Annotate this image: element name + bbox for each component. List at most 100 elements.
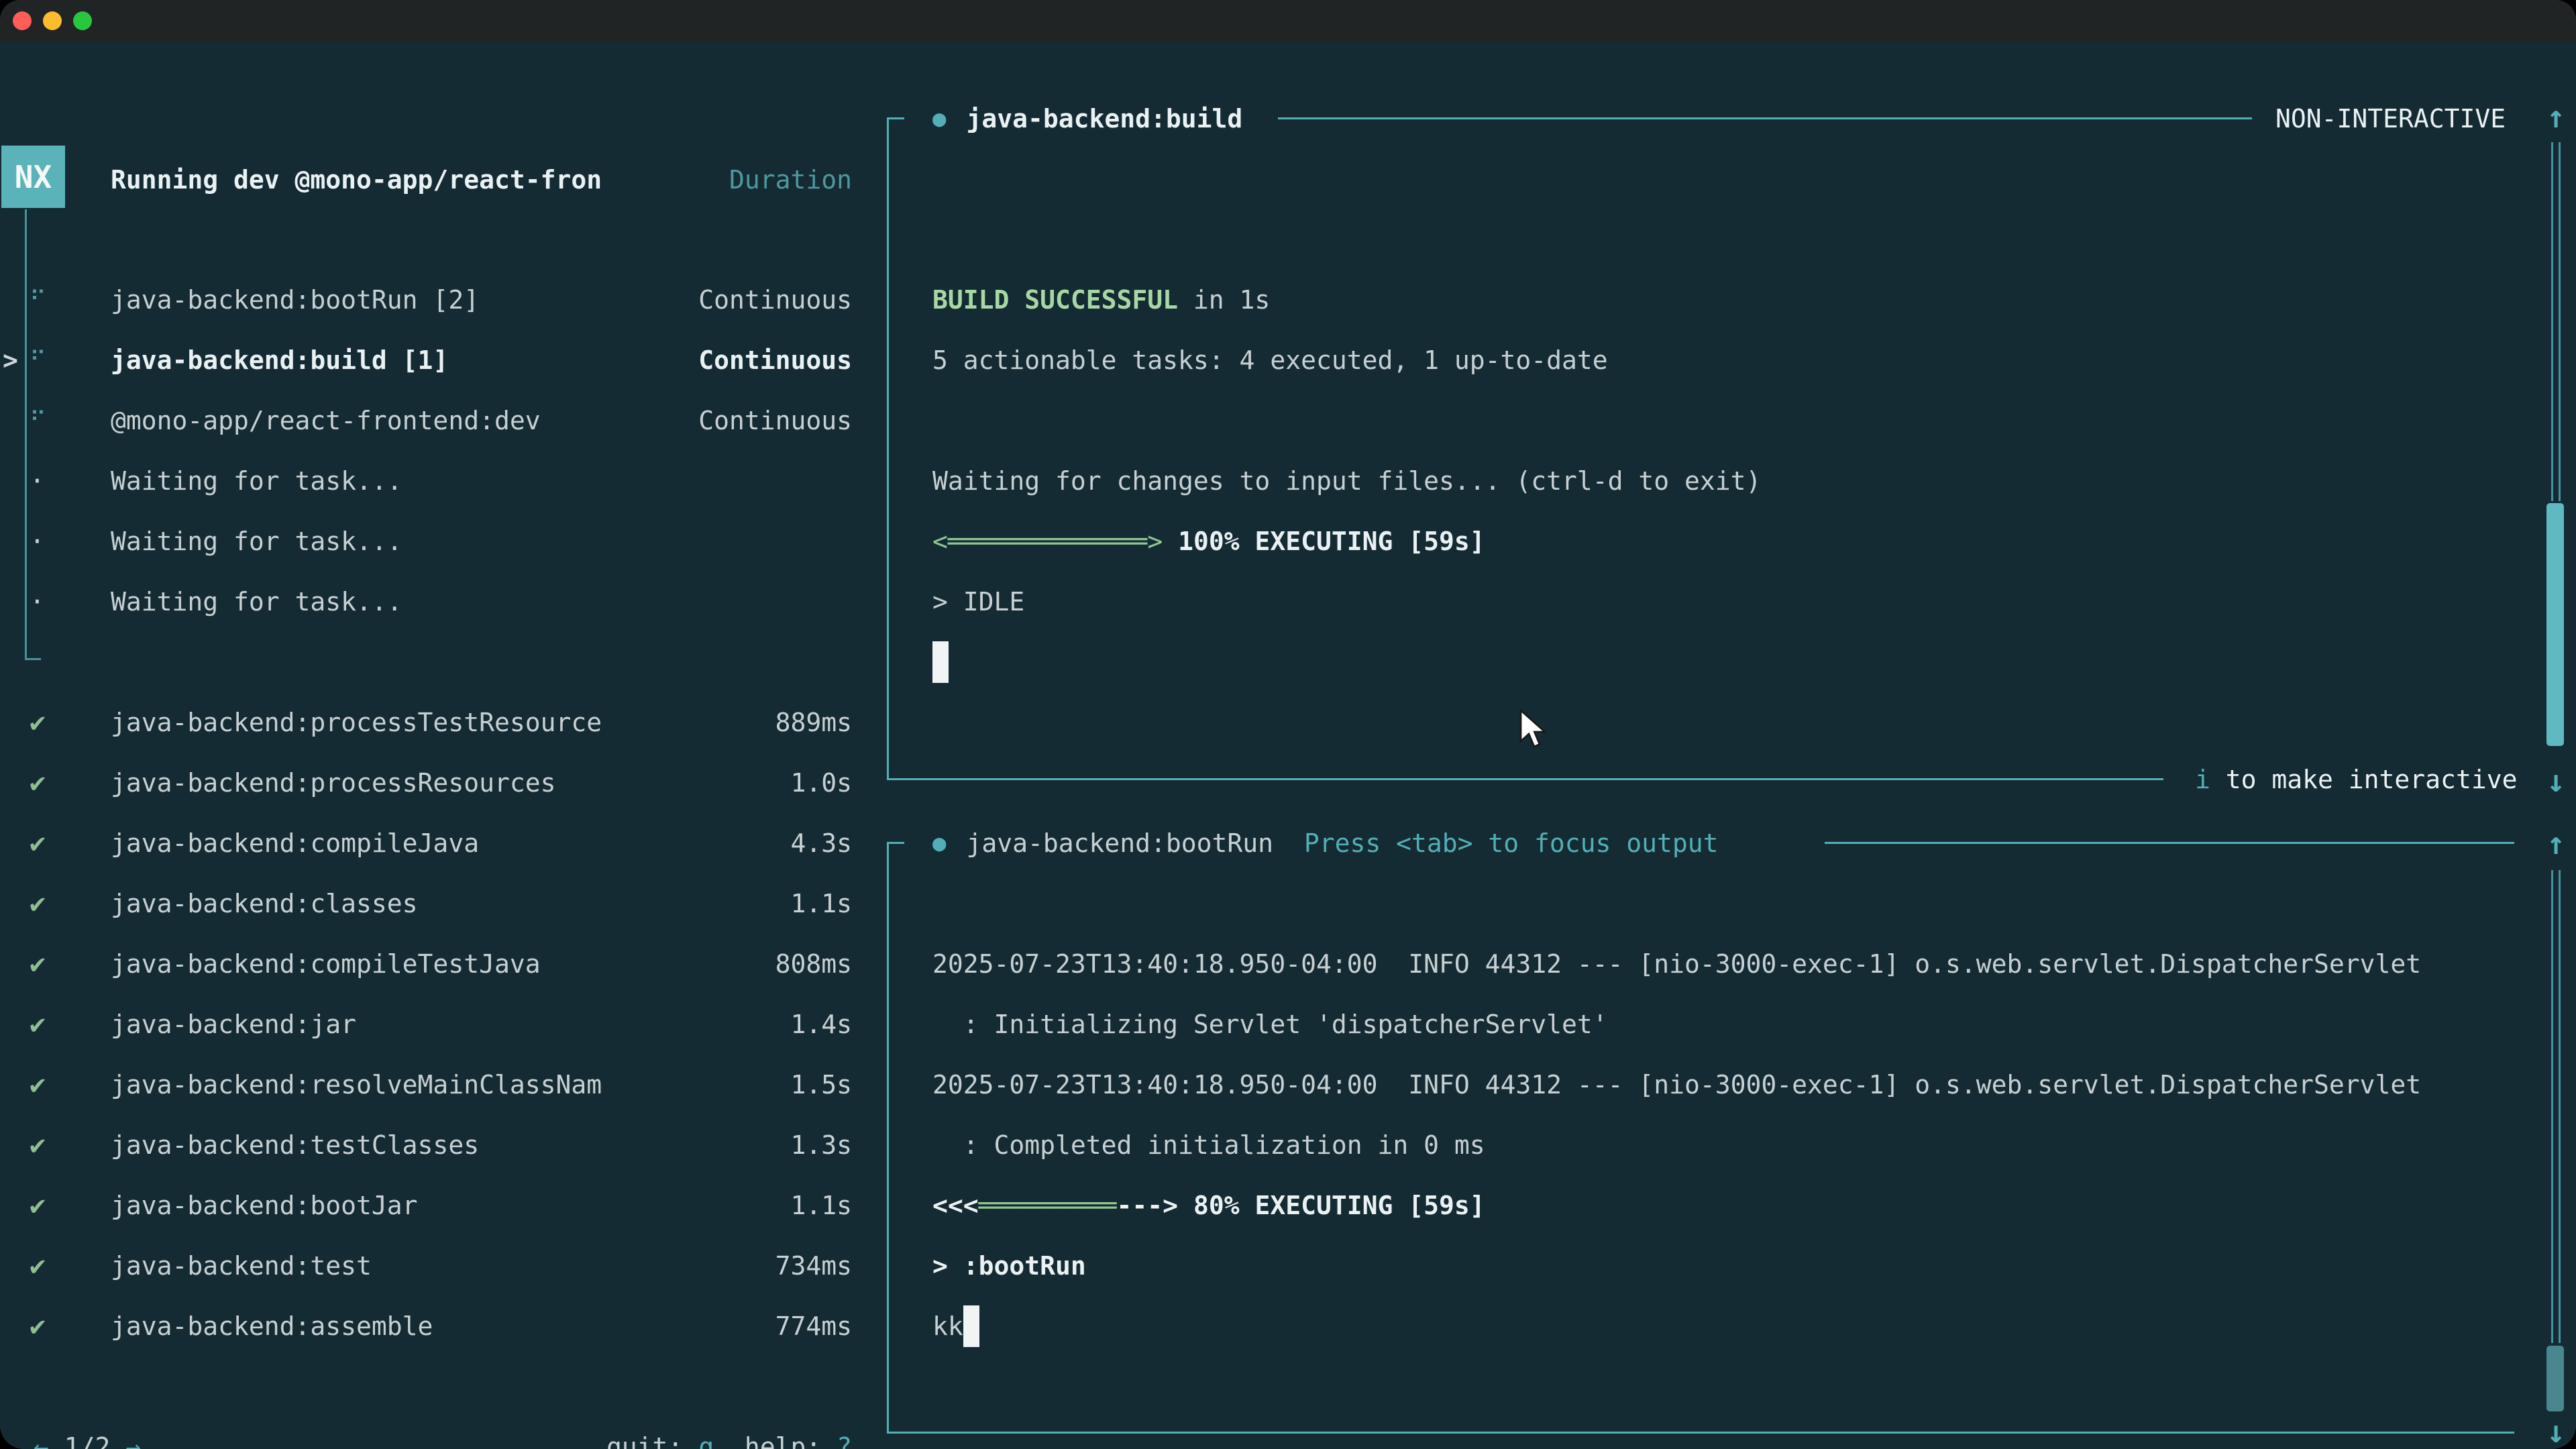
bootrun-panel-border-nub: [887, 842, 904, 844]
task-name: @mono-app/react-frontend:dev: [111, 406, 541, 435]
task-duration: 1.0s: [790, 768, 852, 798]
spinner-icon: ⠋: [30, 330, 76, 390]
build-panel-header[interactable]: ● java-backend:build: [932, 89, 1242, 149]
progress-bar-fill: ═════════════: [948, 527, 1147, 556]
terminal-cursor: [932, 641, 949, 683]
bootrun-panel-title: java-backend:bootRun: [966, 828, 1273, 858]
task-duration: 1.5s: [790, 1070, 852, 1099]
check-glyph: ✔: [30, 949, 46, 979]
log-line: 2025-07-23T13:40:18.950-04:00 INFO 44312…: [932, 934, 2421, 994]
nx-logo-label: NX: [15, 159, 52, 195]
pending-dot-icon: ·: [30, 572, 76, 632]
waiting-for-changes-text: Waiting for changes to input files... (c…: [932, 466, 1761, 496]
task-row-completed[interactable]: java-backend:processResources 1.0s: [111, 753, 852, 813]
task-row-completed[interactable]: java-backend:jar 1.4s: [111, 994, 852, 1055]
pending-glyph: ·: [30, 527, 45, 556]
build-progress-line: <═════════════> 100% EXECUTING [59s]: [932, 511, 1485, 572]
task-duration: 1.4s: [790, 1010, 852, 1039]
terminal-window: NX Running dev @mono-app/react-fron Dura…: [0, 0, 2576, 1449]
task-row-completed[interactable]: java-backend:test 734ms: [111, 1236, 852, 1296]
check-icon: ✔: [30, 1236, 76, 1296]
task-row-waiting[interactable]: Waiting for task...: [111, 572, 402, 632]
task-name: java-backend:compileJava: [111, 828, 479, 858]
task-row-completed[interactable]: java-backend:compileJava 4.3s: [111, 813, 852, 873]
task-row-completed[interactable]: java-backend:assemble 774ms: [111, 1296, 852, 1356]
task-row-bootrun[interactable]: java-backend:bootRun [2] Continuous: [111, 270, 852, 330]
close-window-button[interactable]: [13, 11, 32, 30]
build-scrollbar-thumb[interactable]: [2546, 503, 2564, 746]
task-name: java-backend:assemble: [111, 1311, 433, 1341]
bootrun-input-line[interactable]: kk: [932, 1296, 979, 1356]
build-panel-mode-badge: NON-INTERACTIVE: [2275, 89, 2506, 149]
check-icon: ✔: [30, 1115, 76, 1175]
task-row-waiting[interactable]: Waiting for task...: [111, 451, 402, 511]
task-row-build-selected[interactable]: java-backend:build [1] Continuous: [111, 330, 852, 390]
next-page-arrow-icon[interactable]: →: [125, 1432, 141, 1449]
task-row-completed[interactable]: java-backend:testClasses 1.3s: [111, 1115, 852, 1175]
quit-hint-label: quit:: [606, 1432, 683, 1449]
task-name: java-backend:test: [111, 1251, 372, 1281]
zoom-window-button[interactable]: [73, 11, 92, 30]
gradle-prompt-text: > :bootRun: [932, 1251, 1086, 1281]
check-glyph: ✔: [30, 707, 46, 738]
check-glyph: ✔: [30, 888, 46, 919]
progress-bar-open: <: [932, 527, 948, 556]
progress-label: 100% EXECUTING [59s]: [1163, 527, 1485, 556]
scroll-up-icon[interactable]: ↑: [2538, 813, 2573, 873]
scroll-down-icon[interactable]: ↓: [2538, 1401, 2573, 1449]
task-row-completed[interactable]: java-backend:resolveMainClassNam 1.5s: [111, 1055, 852, 1115]
bootrun-panel-header[interactable]: ● java-backend:bootRun Press <tab> to fo…: [932, 813, 1719, 873]
prev-page-arrow-icon[interactable]: ←: [34, 1432, 49, 1449]
check-glyph: ✔: [30, 1069, 46, 1100]
bootrun-panel-title-rule: [1825, 842, 2514, 844]
build-panel-bottom-border: [887, 778, 2163, 780]
task-row-completed[interactable]: java-backend:bootJar 1.1s: [111, 1175, 852, 1236]
task-status: Continuous: [698, 345, 852, 375]
task-status: Continuous: [698, 285, 852, 315]
task-name: java-backend:build [1]: [111, 345, 448, 375]
scroll-up-icon[interactable]: ↑: [2538, 87, 2573, 147]
check-glyph: ✔: [30, 828, 46, 859]
task-row-waiting[interactable]: Waiting for task...: [111, 511, 402, 572]
scrollbar-track-line: [2551, 870, 2553, 1343]
terminal-content: NX Running dev @mono-app/react-fron Dura…: [0, 42, 2576, 1449]
build-cursor-line: [932, 632, 949, 692]
check-glyph: ✔: [30, 1190, 46, 1221]
check-icon: ✔: [30, 994, 76, 1055]
check-icon: ✔: [30, 934, 76, 994]
build-waiting-line: Waiting for changes to input files... (c…: [932, 451, 1761, 511]
check-icon: ✔: [30, 873, 76, 934]
scrollbar-track-line: [2559, 142, 2561, 501]
task-name: java-backend:resolveMainClassNam: [111, 1070, 602, 1099]
progress-bar-fill: ═════════: [979, 1191, 1117, 1220]
task-duration: 1.1s: [790, 889, 852, 918]
pending-dot-icon: ·: [30, 451, 76, 511]
check-icon: ✔: [30, 1055, 76, 1115]
spinner-icon: ⠋: [30, 270, 76, 330]
log-line: : Completed initialization in 0 ms: [932, 1115, 1485, 1175]
task-name: Waiting for task...: [111, 527, 402, 556]
task-name: Waiting for task...: [111, 587, 402, 616]
task-row-completed[interactable]: java-backend:classes 1.1s: [111, 873, 852, 934]
task-name: java-backend:processResources: [111, 768, 555, 798]
task-row-completed[interactable]: java-backend:compileTestJava 808ms: [111, 934, 852, 994]
task-name: java-backend:testClasses: [111, 1130, 479, 1160]
log-line: : Initializing Servlet 'dispatcherServle…: [932, 994, 1608, 1055]
scrollbar-track-line: [2559, 870, 2561, 1343]
task-row-frontend-dev[interactable]: @mono-app/react-frontend:dev Continuous: [111, 390, 852, 451]
scroll-down-icon[interactable]: ↓: [2538, 751, 2573, 811]
bootrun-prompt-line: > :bootRun: [932, 1236, 1086, 1296]
check-icon: ✔: [30, 813, 76, 873]
build-panel-border-nub: [887, 117, 904, 119]
task-status: Continuous: [698, 406, 852, 435]
task-row-completed[interactable]: java-backend:processTestResource 889ms: [111, 692, 852, 753]
build-panel-title: java-backend:build: [966, 104, 1242, 133]
task-name: java-backend:jar: [111, 1010, 356, 1039]
log-text: 2025-07-23T13:40:18.950-04:00 INFO 44312…: [932, 1070, 2421, 1099]
quit-key: q: [683, 1432, 714, 1449]
minimize-window-button[interactable]: [43, 11, 62, 30]
task-duration: 734ms: [775, 1251, 852, 1281]
spinner-icon: ⠋: [30, 390, 76, 451]
window-titlebar: [0, 0, 2576, 42]
task-name: java-backend:compileTestJava: [111, 949, 541, 979]
